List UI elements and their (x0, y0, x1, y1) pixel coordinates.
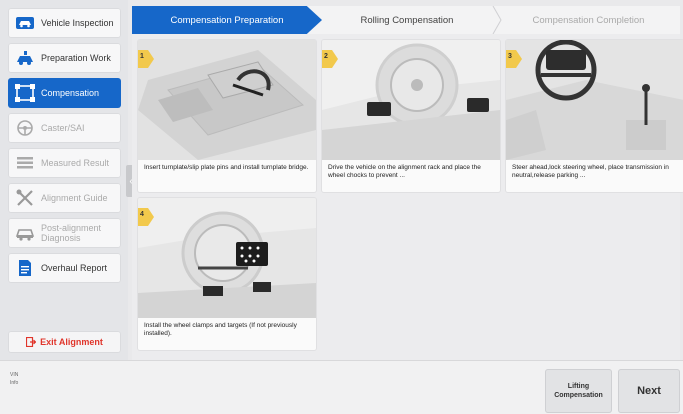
tab-compensation-completion[interactable]: Compensation Completion (497, 6, 680, 34)
next-label: Next (637, 385, 661, 397)
sidebar-item-label: Overhaul Report (41, 263, 108, 273)
steering-lock-illustration (506, 40, 683, 160)
instruction-text: Install the wheel clamps and targets (If… (144, 322, 297, 337)
report-icon (14, 258, 36, 278)
step-number: 4 (140, 211, 144, 218)
app-window: Vehicle Inspection Preparation Work Comp… (0, 0, 683, 414)
sidebar-item-compensation[interactable]: Compensation (8, 78, 121, 108)
sidebar-item-vehicle-inspection[interactable]: Vehicle Inspection (8, 8, 121, 38)
sidebar-item-caster-sai[interactable]: Caster/SAI (8, 113, 121, 143)
steering-wheel-icon (14, 118, 36, 138)
vin-label: VIN (10, 372, 19, 378)
wrench-car-icon (14, 48, 36, 68)
exit-alignment-label: Exit Alignment (40, 337, 103, 347)
lifting-compensation-label: Lifting Compensation (554, 383, 603, 399)
instruction-card: 1 Insert turnplate/slip plate pins and i… (138, 40, 316, 192)
list-icon (14, 153, 36, 173)
tab-label: Compensation Preparation (170, 14, 284, 26)
compensation-icon (14, 83, 36, 103)
sidebar-item-label: Alignment Guide (41, 193, 108, 203)
sidebar-item-preparation-work[interactable]: Preparation Work (8, 43, 121, 73)
sidebar-item-label: Caster/SAI (41, 123, 85, 133)
step-number: 2 (324, 53, 328, 60)
step-number: 1 (140, 53, 144, 60)
sidebar: Vehicle Inspection Preparation Work Comp… (0, 0, 128, 360)
vehicle-info: VIN Info (10, 371, 18, 387)
sidebar-item-label: Measured Result (41, 158, 110, 168)
instruction-text: Insert turnplate/slip plate pins and ins… (144, 164, 309, 171)
car-inspection-icon (14, 13, 36, 33)
sidebar-item-measured-result[interactable]: Measured Result (8, 148, 121, 178)
tools-icon (14, 188, 36, 208)
sidebar-item-label: Compensation (41, 88, 100, 98)
info-label: Info (10, 380, 19, 386)
instruction-text: Steer ahead,lock steering wheel, place t… (512, 164, 669, 179)
vehicle-on-rack-illustration (322, 40, 500, 160)
lifting-compensation-button[interactable]: Lifting Compensation (545, 369, 612, 413)
tab-label: Rolling Compensation (360, 14, 454, 26)
tab-rolling-compensation[interactable]: Rolling Compensation (312, 6, 502, 34)
sidebar-item-label: Post-alignment Diagnosis (41, 223, 102, 243)
tab-compensation-preparation[interactable]: Compensation Preparation (132, 6, 322, 34)
exit-alignment-button[interactable]: Exit Alignment (8, 331, 121, 353)
instruction-card: 2 Drive the vehicle on the alignment rac… (322, 40, 500, 192)
instruction-panel: 1 Insert turnplate/slip plate pins and i… (132, 34, 683, 360)
sidebar-item-overhaul-report[interactable]: Overhaul Report (8, 253, 121, 283)
tab-label: Compensation Completion (532, 14, 645, 26)
sidebar-item-label: Vehicle Inspection (41, 18, 114, 28)
instruction-text: Drive the vehicle on the alignment rack … (328, 164, 481, 179)
next-button[interactable]: Next (618, 369, 680, 413)
exit-icon (26, 337, 37, 347)
sidebar-item-alignment-guide[interactable]: Alignment Guide (8, 183, 121, 213)
step-tabs: Compensation Preparation Rolling Compens… (132, 6, 680, 34)
instruction-card: 3 Steer ahead,lock steering wheel, place… (506, 40, 683, 192)
sidebar-item-label: Preparation Work (41, 53, 111, 63)
car-diagnosis-icon (14, 223, 36, 243)
instruction-card: 4 Install the wheel clamps and targets (… (138, 198, 316, 350)
step-number: 3 (508, 53, 512, 60)
turnplate-illustration (138, 40, 316, 160)
wheel-clamp-illustration (138, 198, 316, 318)
bottom-toolbar: VIN Info Lifting Compensation Next (0, 360, 683, 414)
sidebar-item-post-alignment-diagnosis[interactable]: Post-alignment Diagnosis (8, 218, 121, 248)
